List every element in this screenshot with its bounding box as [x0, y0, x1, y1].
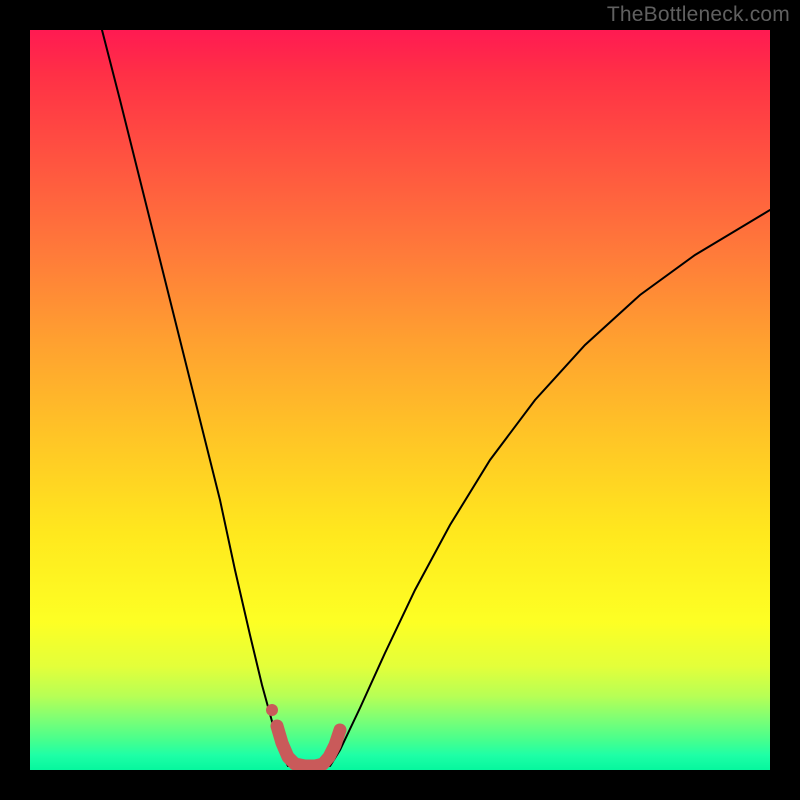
curve-bottom-accent — [277, 726, 340, 766]
curve-layer — [30, 30, 770, 770]
watermark-text: TheBottleneck.com — [607, 3, 790, 27]
accent-dot-group — [266, 704, 278, 716]
chart-frame: TheBottleneck.com — [0, 0, 800, 800]
accent-dot — [266, 704, 278, 716]
plot-area — [30, 30, 770, 770]
curve-right-branch — [330, 210, 770, 766]
curve-left-branch — [102, 30, 288, 766]
